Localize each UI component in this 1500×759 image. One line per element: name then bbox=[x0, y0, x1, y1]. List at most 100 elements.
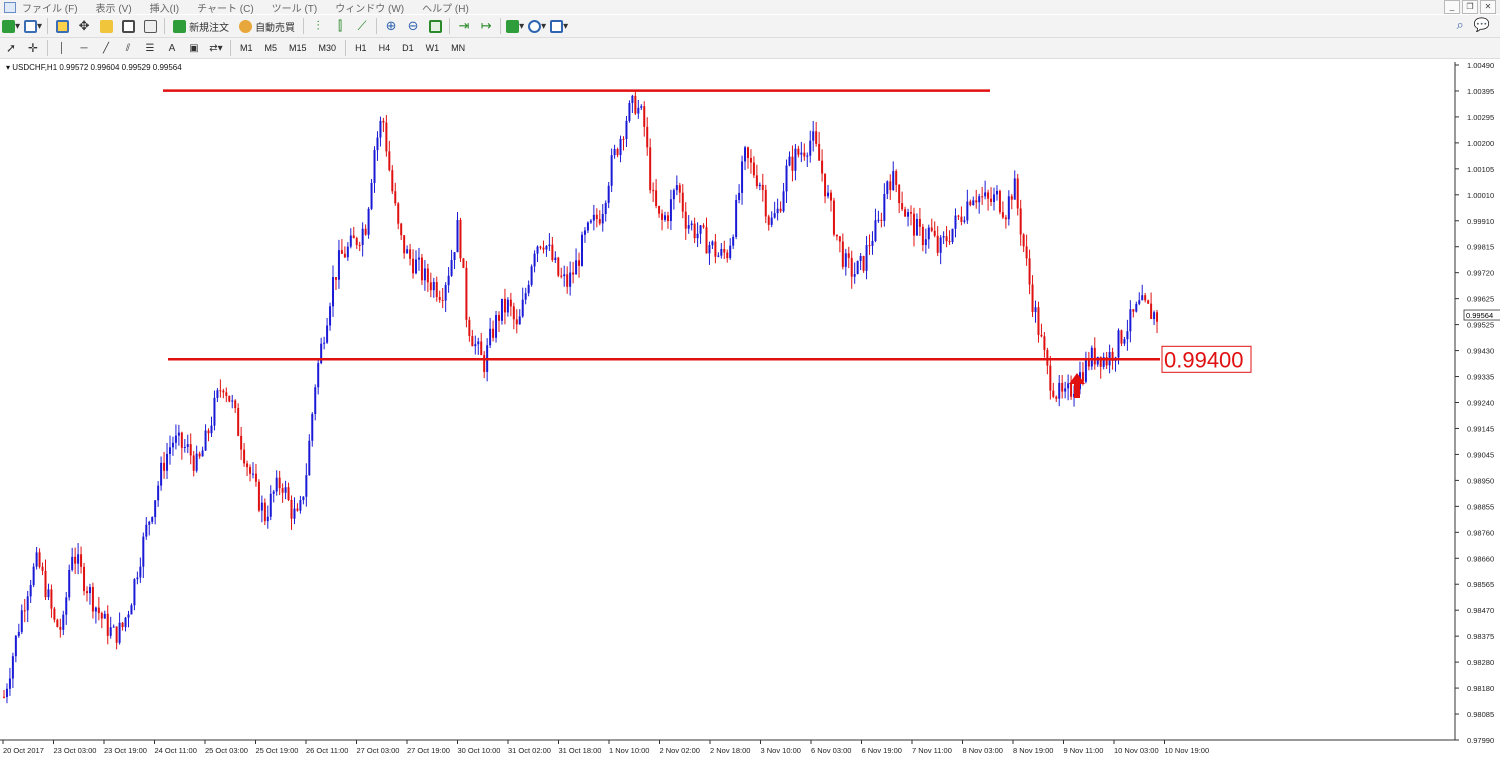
menu-help[interactable]: ヘルプ (H) bbox=[422, 0, 469, 15]
timeframe-h1[interactable]: H1 bbox=[351, 39, 371, 57]
fibonacci-button[interactable]: ☰ bbox=[141, 39, 159, 57]
candle-body bbox=[539, 246, 542, 248]
chart-shift-button[interactable]: ⇥ bbox=[455, 17, 473, 35]
price-tick-label: 0.99910 bbox=[1467, 217, 1494, 226]
tester-icon bbox=[143, 19, 157, 33]
candle-body bbox=[643, 106, 646, 127]
candle-body bbox=[752, 162, 755, 176]
data-window-button[interactable]: ✥ bbox=[75, 17, 93, 35]
indicators-button[interactable]: ▾ bbox=[506, 17, 524, 35]
menu-file[interactable]: ファイル (F) bbox=[22, 0, 78, 15]
candle-body bbox=[453, 252, 456, 261]
candle-body bbox=[509, 299, 512, 307]
terminal-button[interactable] bbox=[119, 17, 137, 35]
drawing-toolbar: ➚ ✛ │ ─ ╱ ⫽ ☰ A ▣ ⇄ ▾ M1 M5 M15 M30 H1 H4… bbox=[0, 38, 1500, 59]
candle-body bbox=[1123, 339, 1126, 344]
arrows-button[interactable]: ⇄ ▾ bbox=[207, 39, 225, 57]
candle-body bbox=[527, 284, 530, 294]
candle-body bbox=[198, 453, 201, 457]
candle-body bbox=[912, 213, 915, 236]
timeframe-m5[interactable]: M5 bbox=[261, 39, 282, 57]
vertical-line-button[interactable]: │ bbox=[53, 39, 71, 57]
candle-body bbox=[257, 481, 260, 511]
menu-insert[interactable]: 挿入(I) bbox=[150, 0, 179, 15]
new-chart-button[interactable]: ▾ bbox=[2, 17, 20, 35]
candlestick-button[interactable]: ⫿ bbox=[331, 17, 349, 35]
candle-body bbox=[56, 619, 59, 627]
cursor-button[interactable]: ➚ bbox=[2, 39, 20, 57]
window-controls: _ ❐ ✕ bbox=[1442, 0, 1496, 14]
timeframe-mn[interactable]: MN bbox=[447, 39, 469, 57]
candle-body bbox=[663, 215, 666, 220]
menu-chart[interactable]: チャート (C) bbox=[197, 0, 254, 15]
chat-icon[interactable]: 💬 bbox=[1474, 17, 1490, 33]
price-chart[interactable]: 0.99400 1.00490 1.00395 1.00295 1.00200 1.00… bbox=[0, 59, 1500, 759]
close-icon[interactable]: ✕ bbox=[1480, 0, 1496, 14]
candle-body bbox=[711, 241, 714, 246]
candle-body bbox=[308, 440, 311, 476]
candle-body bbox=[720, 248, 723, 256]
candle-body bbox=[311, 414, 314, 441]
candle-body bbox=[287, 487, 290, 500]
horizontal-line-button[interactable]: ─ bbox=[75, 39, 93, 57]
timeframe-m15[interactable]: M15 bbox=[285, 39, 311, 57]
timeframe-w1[interactable]: W1 bbox=[422, 39, 444, 57]
timeframe-m1[interactable]: M1 bbox=[236, 39, 257, 57]
candle-body bbox=[898, 184, 901, 204]
new-order-button[interactable]: 新規注文 bbox=[170, 17, 232, 35]
price-tick-label: 1.00295 bbox=[1467, 113, 1494, 122]
price-tick-label: 0.98280 bbox=[1467, 658, 1494, 667]
text-button[interactable]: A bbox=[163, 39, 181, 57]
bar-chart-button[interactable]: ⫶ bbox=[309, 17, 327, 35]
candle-body bbox=[171, 442, 174, 448]
trendline-button[interactable]: ╱ bbox=[97, 39, 115, 57]
market-watch-button[interactable] bbox=[53, 17, 71, 35]
candle-body bbox=[794, 148, 797, 171]
candle-body bbox=[498, 315, 501, 321]
market-watch-icon bbox=[55, 19, 69, 33]
candle-body bbox=[23, 610, 26, 612]
text-label-button[interactable]: ▣ bbox=[185, 39, 203, 57]
price-tick-label: 0.98085 bbox=[1467, 710, 1494, 719]
candle-body bbox=[168, 447, 171, 454]
candle-body bbox=[358, 244, 361, 246]
templates-button[interactable]: ▾ bbox=[550, 17, 568, 35]
candle-body bbox=[853, 274, 856, 277]
time-tick-label: 2 Nov 02:00 bbox=[660, 746, 700, 755]
strategy-tester-button[interactable] bbox=[141, 17, 159, 35]
crosshair-button[interactable]: ✛ bbox=[24, 39, 42, 57]
candle-body bbox=[661, 213, 664, 220]
auto-trade-button[interactable]: 自動売買 bbox=[236, 17, 298, 35]
candle-body bbox=[702, 225, 705, 228]
restore-icon[interactable]: ❐ bbox=[1462, 0, 1478, 14]
candle-body bbox=[1013, 178, 1016, 200]
channel-button[interactable]: ⫽ bbox=[119, 39, 137, 57]
periods-button[interactable]: ▾ bbox=[528, 17, 546, 35]
menu-window[interactable]: ウィンドウ (W) bbox=[335, 0, 404, 15]
indicators-icon bbox=[506, 19, 520, 33]
timeframe-h4[interactable]: H4 bbox=[375, 39, 395, 57]
candle-body bbox=[503, 298, 506, 313]
zoom-out-button[interactable]: ⊖ bbox=[404, 17, 422, 35]
tile-windows-button[interactable] bbox=[426, 17, 444, 35]
candle-body bbox=[705, 227, 708, 254]
candle-body bbox=[14, 635, 17, 657]
chart-window[interactable]: 0.99400 1.00490 1.00395 1.00295 1.00200 1.00… bbox=[0, 59, 1500, 759]
candle-body bbox=[83, 566, 86, 592]
navigator-button[interactable] bbox=[97, 17, 115, 35]
profiles-button[interactable]: ▾ bbox=[24, 17, 42, 35]
autoscroll-button[interactable]: ↦ bbox=[477, 17, 495, 35]
price-tick-label: 0.99335 bbox=[1467, 373, 1494, 382]
timeframe-m30[interactable]: M30 bbox=[315, 39, 341, 57]
candle-body bbox=[723, 248, 726, 253]
candle-body bbox=[595, 214, 598, 220]
search-icon[interactable]: ⌕ bbox=[1457, 17, 1464, 33]
candle-body bbox=[166, 453, 169, 471]
line-chart-button[interactable]: ⟋ bbox=[353, 17, 371, 35]
candle-body bbox=[118, 622, 121, 643]
minimize-icon[interactable]: _ bbox=[1444, 0, 1460, 14]
menu-tools[interactable]: ツール (T) bbox=[272, 0, 318, 15]
timeframe-d1[interactable]: D1 bbox=[398, 39, 418, 57]
zoom-in-button[interactable]: ⊕ bbox=[382, 17, 400, 35]
menu-view[interactable]: 表示 (V) bbox=[96, 0, 132, 15]
